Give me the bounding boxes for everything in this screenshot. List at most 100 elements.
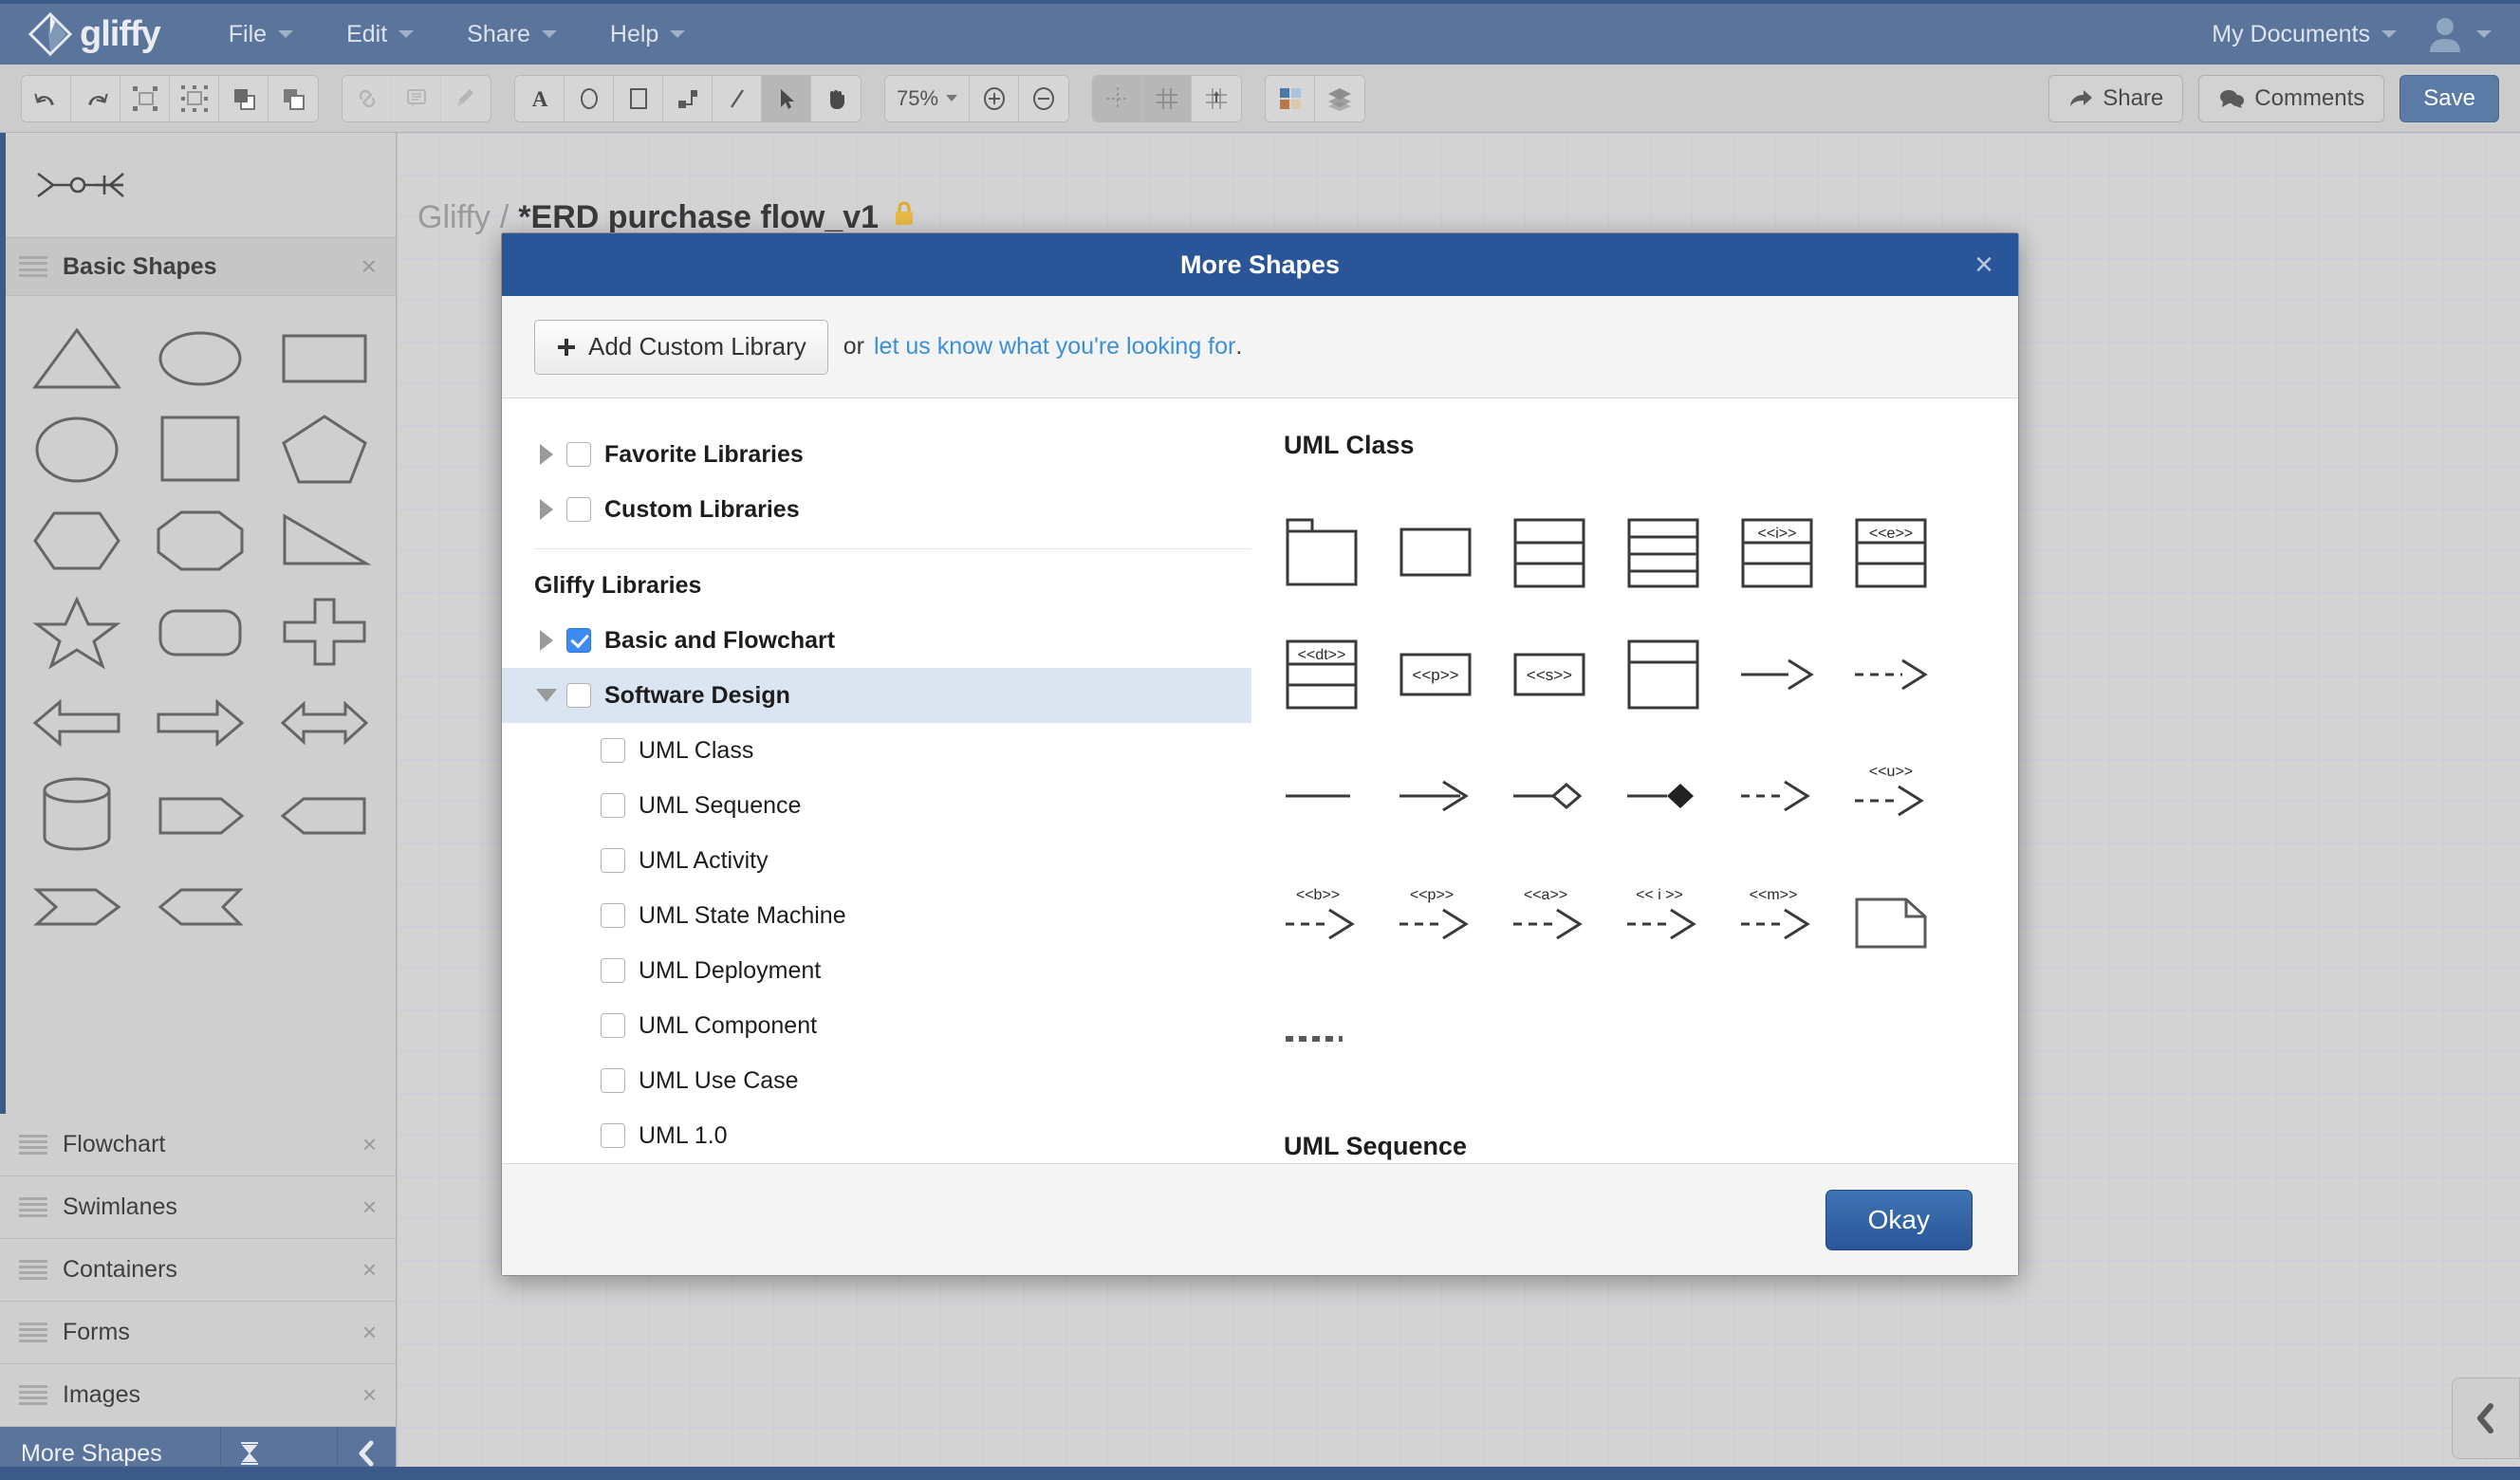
close-icon[interactable]: ×: [361, 251, 377, 282]
checkbox[interactable]: [601, 1068, 625, 1093]
checkbox[interactable]: [601, 903, 625, 928]
checkbox[interactable]: [601, 1123, 625, 1148]
sidebar-item-flowchart[interactable]: Flowchart ×: [0, 1114, 396, 1176]
close-icon[interactable]: ×: [362, 1130, 377, 1159]
tree-item-uml-activity[interactable]: UML Activity: [502, 833, 1251, 888]
tree-item-favorite-libraries[interactable]: Favorite Libraries: [502, 427, 1251, 482]
preview-aggregation-arrow[interactable]: [1511, 735, 1625, 857]
checkbox[interactable]: [566, 628, 591, 653]
canvas-collapse-button[interactable]: [2452, 1378, 2520, 1459]
bring-to-front-button[interactable]: [219, 75, 269, 121]
tree-item-custom-libraries[interactable]: Custom Libraries: [502, 482, 1251, 537]
shape-arrow-double[interactable]: [263, 677, 386, 768]
shape-pennant-right[interactable]: [139, 768, 262, 860]
menu-file[interactable]: File: [215, 15, 306, 54]
preview-interface-stereotype-shape[interactable]: <<i>>: [1739, 492, 1853, 614]
preview-primitive-stereotype-shape[interactable]: <<p>>: [1398, 614, 1511, 735]
add-custom-library-button[interactable]: Add Custom Library: [534, 319, 828, 375]
tree-item-uml-deployment[interactable]: UML Deployment: [502, 943, 1251, 998]
close-icon[interactable]: ×: [362, 1380, 377, 1410]
checkbox[interactable]: [601, 958, 625, 983]
preview-import-dependency-arrow[interactable]: << i >>: [1625, 857, 1739, 978]
snap-to-grid-button[interactable]: [1192, 75, 1242, 121]
feedback-link[interactable]: let us know what you're looking for: [874, 333, 1235, 361]
breadcrumb-root[interactable]: Gliffy: [417, 199, 491, 236]
group-button[interactable]: [170, 75, 219, 121]
shape-arrow-right[interactable]: [139, 677, 262, 768]
drag-handle-icon[interactable]: [19, 1259, 47, 1281]
shape-circle[interactable]: [15, 404, 139, 495]
snap-to-guide-button[interactable]: [1093, 75, 1143, 121]
close-icon[interactable]: ×: [362, 1318, 377, 1347]
link-button[interactable]: [343, 75, 392, 121]
preview-class-3-compartment-shape[interactable]: [1511, 492, 1625, 614]
redo-button[interactable]: [71, 75, 120, 121]
chevron-right-icon[interactable]: [534, 444, 559, 465]
shape-ellipse-wide[interactable]: [139, 313, 262, 404]
preview-association-line[interactable]: [1284, 735, 1398, 857]
theme-colors-button[interactable]: [1266, 75, 1316, 121]
drag-handle-icon[interactable]: [19, 1196, 47, 1218]
basic-shapes-panel-header[interactable]: Basic Shapes ×: [0, 237, 396, 296]
zoom-out-button[interactable]: [1019, 75, 1069, 121]
user-account-menu[interactable]: [2425, 14, 2492, 54]
checkbox[interactable]: [566, 497, 591, 522]
tree-item-uml-sequence[interactable]: UML Sequence: [502, 778, 1251, 833]
preview-signal-stereotype-shape[interactable]: <<s>>: [1511, 614, 1625, 735]
preview-enumeration-stereotype-shape[interactable]: <<e>>: [1853, 492, 1967, 614]
preview-usage-dependency-arrow[interactable]: <<u>>: [1853, 735, 1967, 857]
preview-generalization-arrow[interactable]: [1739, 614, 1853, 735]
gliffy-logo[interactable]: gliffy: [28, 11, 161, 57]
preview-class-4-compartment-shape[interactable]: [1625, 492, 1739, 614]
close-icon[interactable]: ×: [362, 1193, 377, 1222]
sidebar-item-swimlanes[interactable]: Swimlanes ×: [0, 1176, 396, 1239]
chevron-right-icon[interactable]: [534, 499, 559, 520]
close-icon[interactable]: ×: [362, 1255, 377, 1285]
shape-hexagon[interactable]: [15, 495, 139, 586]
preview-composition-arrow[interactable]: [1625, 735, 1739, 857]
zoom-level-select[interactable]: 75%: [885, 75, 971, 121]
checkbox[interactable]: [601, 1013, 625, 1038]
line-tool-button[interactable]: [713, 75, 762, 121]
preview-note-connector-dashed[interactable]: [1284, 978, 1398, 1100]
preview-datatype-stereotype-shape[interactable]: <<dt>>: [1284, 614, 1398, 735]
checkbox[interactable]: [601, 793, 625, 818]
menu-help[interactable]: Help: [597, 15, 698, 54]
drag-handle-icon[interactable]: [19, 1384, 47, 1406]
share-button[interactable]: Share: [2048, 74, 2184, 122]
tree-item-uml-use-case[interactable]: UML Use Case: [502, 1053, 1251, 1108]
checkbox[interactable]: [601, 848, 625, 873]
preview-class-plain-shape[interactable]: [1398, 492, 1511, 614]
okay-button[interactable]: Okay: [1825, 1189, 1973, 1250]
shape-pennant-left[interactable]: [263, 768, 386, 860]
shape-arrow-left[interactable]: [15, 677, 139, 768]
checkbox[interactable]: [566, 442, 591, 467]
preview-directed-association-arrow[interactable]: [1398, 735, 1511, 857]
select-all-button[interactable]: [120, 75, 170, 121]
rectangle-tool-button[interactable]: [614, 75, 663, 121]
layers-button[interactable]: [1315, 75, 1365, 121]
tree-item-software-design[interactable]: Software Design: [502, 668, 1251, 723]
hand-tool-button[interactable]: [811, 75, 861, 121]
sidebar-item-containers[interactable]: Containers ×: [0, 1239, 396, 1302]
shape-square[interactable]: [139, 404, 262, 495]
my-documents-menu[interactable]: My Documents: [2212, 21, 2397, 48]
menu-edit[interactable]: Edit: [333, 15, 427, 54]
format-painter-button[interactable]: [441, 75, 491, 121]
shape-octagon[interactable]: [139, 495, 262, 586]
tree-item-uml-component[interactable]: UML Component: [502, 998, 1251, 1053]
drag-handle-icon[interactable]: [19, 1322, 47, 1343]
preview-dependency-arrow[interactable]: [1739, 735, 1853, 857]
zoom-in-button[interactable]: [970, 75, 1020, 121]
preview-bind-dependency-arrow[interactable]: <<b>>: [1284, 857, 1398, 978]
page-title[interactable]: *ERD purchase flow_v1: [518, 199, 879, 236]
er-relationship-preview[interactable]: [0, 133, 396, 237]
preview-class-2-compartment-shape[interactable]: [1625, 614, 1739, 735]
connector-tool-button[interactable]: [663, 75, 713, 121]
sidebar-item-images[interactable]: Images ×: [0, 1364, 396, 1427]
undo-button[interactable]: [22, 75, 71, 121]
tree-item-uml-state-machine[interactable]: UML State Machine: [502, 888, 1251, 943]
checkbox[interactable]: [601, 738, 625, 763]
ellipse-tool-button[interactable]: [565, 75, 614, 121]
preview-permit-dependency-arrow[interactable]: <<p>>: [1398, 857, 1511, 978]
